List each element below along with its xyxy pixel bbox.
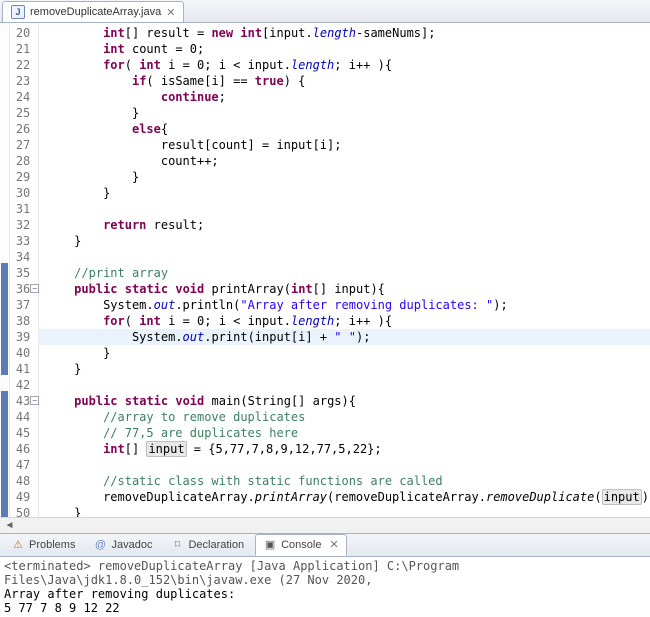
code-area[interactable]: int[] result = new int[input.length-same… <box>39 23 650 517</box>
scroll-left-icon[interactable]: ◄ <box>2 519 17 532</box>
marker-bar <box>0 23 10 517</box>
code-line[interactable]: if( isSame[i] == true) { <box>39 73 650 89</box>
console-output-line: Array after removing duplicates: <box>4 587 646 601</box>
line-number: 37 <box>10 297 38 313</box>
code-line[interactable]: System.out.print(input[i] + " "); <box>39 329 650 345</box>
console-panel: <terminated> removeDuplicateArray [Java … <box>0 557 650 617</box>
tab-label: Console <box>281 539 321 551</box>
code-line[interactable]: for( int i = 0; i < input.length; i++ ){ <box>39 313 650 329</box>
problems-icon: ⚠ <box>11 538 25 552</box>
code-line[interactable]: int[] input = {5,77,7,8,9,12,77,5,22}; <box>39 441 650 457</box>
code-line[interactable]: public static void main(String[] args){ <box>39 393 650 409</box>
tab-filename: removeDuplicateArray.java <box>30 6 161 18</box>
code-line[interactable]: //print array <box>39 265 650 281</box>
javadoc-icon: @ <box>93 538 107 552</box>
code-line[interactable] <box>39 201 650 217</box>
code-line[interactable]: //array to remove duplicates <box>39 409 650 425</box>
line-number: 22 <box>10 57 38 73</box>
line-number: 39 <box>10 329 38 345</box>
close-icon[interactable]: ✕ <box>329 538 338 551</box>
code-line[interactable]: } <box>39 345 650 361</box>
editor-tab-bar: J removeDuplicateArray.java ✕ <box>0 0 650 23</box>
console-meta: <terminated> removeDuplicateArray [Java … <box>4 559 646 587</box>
java-file-icon: J <box>11 5 25 19</box>
views-tab-bar: ⚠ Problems @ Javadoc ⌑ Declaration ▣ Con… <box>0 533 650 557</box>
line-number: 32 <box>10 217 38 233</box>
code-line[interactable]: else{ <box>39 121 650 137</box>
code-line[interactable]: } <box>39 233 650 249</box>
line-number: 50 <box>10 505 38 517</box>
code-line[interactable]: } <box>39 505 650 517</box>
line-number: 23 <box>10 73 38 89</box>
tab-label: Declaration <box>188 539 244 551</box>
code-line[interactable]: int[] result = new int[input.length-same… <box>39 25 650 41</box>
editor-area: 2021222324252627282930313233343536−37383… <box>0 23 650 517</box>
code-line[interactable] <box>39 457 650 473</box>
line-number: 44 <box>10 409 38 425</box>
code-line[interactable]: count++; <box>39 153 650 169</box>
line-number: 20 <box>10 25 38 41</box>
horizontal-scrollbar[interactable]: ◄ <box>0 517 650 533</box>
line-number: 46 <box>10 441 38 457</box>
tab-console[interactable]: ▣ Console ✕ <box>255 534 347 556</box>
line-number: 24 <box>10 89 38 105</box>
change-marker <box>1 263 8 375</box>
line-number: 27 <box>10 137 38 153</box>
line-number: 45 <box>10 425 38 441</box>
code-line[interactable]: System.out.println("Array after removing… <box>39 297 650 313</box>
line-number: 29 <box>10 169 38 185</box>
code-line[interactable]: } <box>39 105 650 121</box>
line-gutter: 2021222324252627282930313233343536−37383… <box>10 23 39 517</box>
editor-tab[interactable]: J removeDuplicateArray.java ✕ <box>2 1 184 22</box>
code-line[interactable]: //static class with static functions are… <box>39 473 650 489</box>
line-number: 35 <box>10 265 38 281</box>
line-number: 33 <box>10 233 38 249</box>
code-line[interactable]: } <box>39 169 650 185</box>
code-line[interactable]: result[count] = input[i]; <box>39 137 650 153</box>
line-number: 49 <box>10 489 38 505</box>
line-number: 21 <box>10 41 38 57</box>
change-marker <box>1 391 8 517</box>
close-icon[interactable]: ✕ <box>166 6 175 19</box>
code-line[interactable]: } <box>39 361 650 377</box>
fold-toggle[interactable]: − <box>30 284 39 293</box>
code-line[interactable] <box>39 249 650 265</box>
console-output-line: 5 77 7 8 9 12 22 <box>4 601 646 615</box>
line-number: 28 <box>10 153 38 169</box>
code-line[interactable]: // 77,5 are duplicates here <box>39 425 650 441</box>
console-icon: ▣ <box>263 538 277 552</box>
line-number: 40 <box>10 345 38 361</box>
tab-label: Problems <box>29 539 75 551</box>
code-line[interactable]: for( int i = 0; i < input.length; i++ ){ <box>39 57 650 73</box>
fold-toggle[interactable]: − <box>30 396 39 405</box>
line-number: 36− <box>10 281 38 297</box>
line-number: 42 <box>10 377 38 393</box>
line-number: 31 <box>10 201 38 217</box>
line-number: 38 <box>10 313 38 329</box>
code-line[interactable] <box>39 377 650 393</box>
line-number: 26 <box>10 121 38 137</box>
line-number: 48 <box>10 473 38 489</box>
tab-problems[interactable]: ⚠ Problems <box>4 535 82 555</box>
code-line[interactable]: continue; <box>39 89 650 105</box>
tab-declaration[interactable]: ⌑ Declaration <box>163 535 251 555</box>
line-number: 43− <box>10 393 38 409</box>
declaration-icon: ⌑ <box>170 538 184 552</box>
code-line[interactable]: public static void printArray(int[] inpu… <box>39 281 650 297</box>
code-line[interactable]: removeDuplicateArray.printArray(removeDu… <box>39 489 650 505</box>
code-line[interactable]: } <box>39 185 650 201</box>
code-line[interactable]: return result; <box>39 217 650 233</box>
line-number: 47 <box>10 457 38 473</box>
line-number: 25 <box>10 105 38 121</box>
tab-label: Javadoc <box>111 539 152 551</box>
tab-javadoc[interactable]: @ Javadoc <box>86 535 159 555</box>
line-number: 30 <box>10 185 38 201</box>
line-number: 34 <box>10 249 38 265</box>
line-number: 41 <box>10 361 38 377</box>
code-line[interactable]: int count = 0; <box>39 41 650 57</box>
